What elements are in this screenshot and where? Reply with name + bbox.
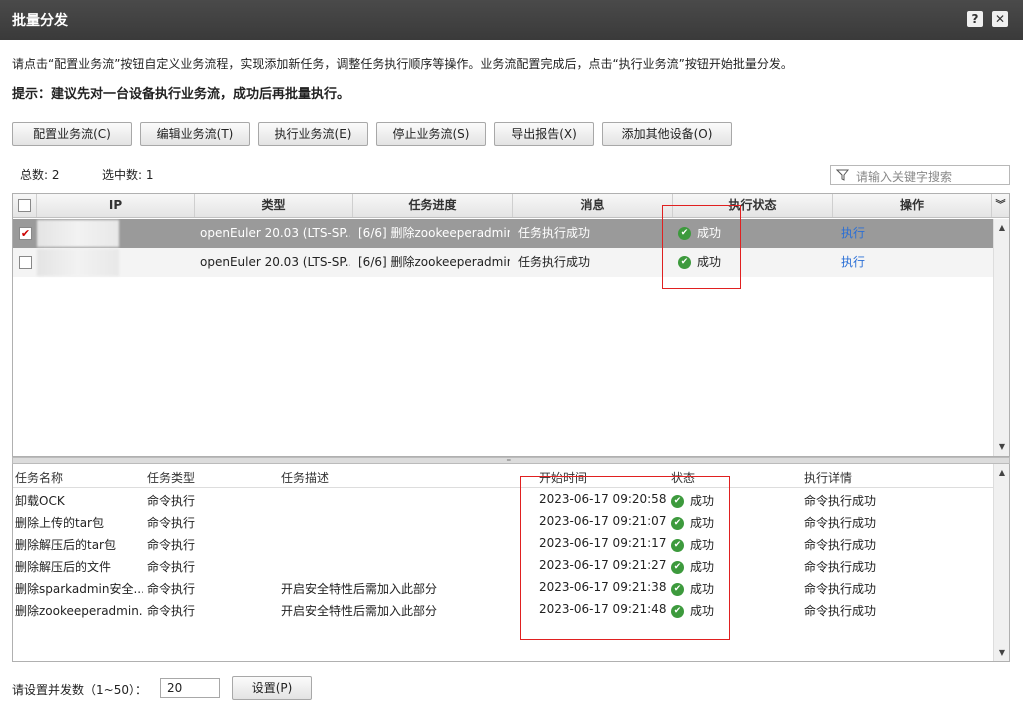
task-type: 命令执行 [147, 516, 196, 530]
task-name: 删除zookeeperadmin... [15, 604, 143, 618]
task-name: 删除解压后的文件 [15, 560, 112, 574]
type-cell: openEuler 20.03 (LTS-SP... [200, 255, 350, 269]
scroll-down-icon[interactable]: ▼ [994, 440, 1009, 454]
selected-count: 选中数: 1 [102, 168, 154, 182]
scroll-up-icon[interactable]: ▲ [994, 466, 1009, 480]
col-task-type[interactable]: 任务类型 [147, 469, 195, 486]
scroll-up-icon[interactable]: ▲ [994, 221, 1009, 235]
dialog-title: 批量分发 [12, 13, 68, 29]
device-grid-scrollbar[interactable]: ▲ ▼ [993, 219, 1009, 456]
col-task-desc[interactable]: 任务描述 [281, 469, 329, 486]
task-grid-scrollbar[interactable]: ▲ ▼ [993, 464, 1009, 661]
col-message[interactable]: 消息 [513, 194, 673, 217]
col-action[interactable]: 操作 [833, 194, 991, 217]
total-count: 总数: 2 [20, 168, 60, 182]
task-detail: 命令执行成功 [804, 582, 877, 596]
task-type: 命令执行 [147, 604, 196, 618]
help-button[interactable]: ? [967, 11, 983, 27]
col-type[interactable]: 类型 [195, 194, 353, 217]
task-detail: 命令执行成功 [804, 494, 877, 508]
task-name: 删除sparkadmin安全... [15, 582, 143, 596]
col-task-name[interactable]: 任务名称 [15, 469, 63, 486]
task-desc: 开启安全特性后需加入此部分 [281, 604, 438, 618]
set-concurrency-button[interactable]: 设置(P) [232, 676, 312, 700]
message-cell: 任务执行成功 [518, 255, 591, 269]
task-name: 删除上传的tar包 [15, 516, 104, 530]
execute-link[interactable]: 执行 [841, 219, 901, 248]
task-name: 卸载OCK [15, 494, 65, 508]
task-row[interactable]: 删除zookeeperadmin... 命令执行 开启安全特性后需加入此部分 2… [13, 599, 993, 621]
task-grid-header: 任务名称 任务类型 任务描述 开始时间 状态 执行详情 [13, 464, 993, 488]
task-grid: 任务名称 任务类型 任务描述 开始时间 状态 执行详情 卸载OCK 命令执行 2… [12, 464, 1010, 662]
task-detail: 命令执行成功 [804, 560, 877, 574]
task-row[interactable]: 删除解压后的tar包 命令执行 2023-06-17 09:21:17 ✔ 成功 … [13, 533, 993, 555]
concurrency-input[interactable]: 20 [160, 678, 220, 698]
device-grid-header: IP 类型 任务进度 消息 执行状态 操作 ︾ [13, 194, 1009, 218]
stop-workflow-button[interactable]: 停止业务流(S) [376, 122, 486, 146]
scroll-down-icon[interactable]: ▼ [994, 646, 1009, 660]
select-all-cell [13, 194, 37, 217]
task-type: 命令执行 [147, 560, 196, 574]
task-type: 命令执行 [147, 538, 196, 552]
configure-workflow-button[interactable]: 配置业务流(C) [12, 122, 132, 146]
highlight-box [662, 205, 741, 289]
execute-workflow-button[interactable]: 执行业务流(E) [258, 122, 368, 146]
row-checkbox[interactable]: ✔ [19, 227, 32, 240]
search-input[interactable]: 请输入关键字搜索 [830, 165, 1010, 185]
row-checkbox[interactable] [19, 256, 32, 269]
concurrency-label: 请设置并发数（1~50）： [12, 683, 147, 697]
dialog-titlebar: 批量分发 ? ✕ [0, 0, 1023, 40]
message-cell: 任务执行成功 [518, 226, 591, 240]
hint-text: 提示：建议先对一台设备执行业务流，成功后再批量执行。 [12, 87, 351, 102]
edit-workflow-button[interactable]: 编辑业务流(T) [140, 122, 250, 146]
task-detail: 命令执行成功 [804, 516, 877, 530]
filter-icon [835, 169, 850, 184]
col-ip[interactable]: IP [37, 194, 195, 217]
select-all-checkbox[interactable] [18, 199, 31, 212]
ip-cell-masked [37, 220, 119, 247]
device-grid: IP 类型 任务进度 消息 执行状态 操作 ︾ ✔ openEuler 20.0… [12, 193, 1010, 457]
task-row[interactable]: 删除上传的tar包 命令执行 2023-06-17 09:21:07 ✔ 成功 命… [13, 511, 993, 533]
task-type: 命令执行 [147, 582, 196, 596]
device-row[interactable]: ✔ openEuler 20.03 (LTS-SP... [6/6] 删除zoo… [13, 219, 993, 248]
highlight-box [520, 476, 730, 640]
task-row[interactable]: 删除解压后的文件 命令执行 2023-06-17 09:21:27 ✔ 成功 命令… [13, 555, 993, 577]
add-other-devices-button[interactable]: 添加其他设备(O) [602, 122, 732, 146]
progress-cell: [6/6] 删除zookeeperadmin... [358, 226, 510, 240]
task-row[interactable]: 删除sparkadmin安全... 命令执行 开启安全特性后需加入此部分 202… [13, 577, 993, 599]
task-type: 命令执行 [147, 494, 196, 508]
col-progress[interactable]: 任务进度 [353, 194, 513, 217]
ip-cell-masked [37, 249, 119, 276]
device-row[interactable]: openEuler 20.03 (LTS-SP... [6/6] 删除zooke… [13, 248, 993, 277]
close-button[interactable]: ✕ [992, 11, 1008, 27]
task-name: 删除解压后的tar包 [15, 538, 116, 552]
panel-splitter[interactable]: ═ [12, 457, 1010, 464]
execute-link[interactable]: 执行 [841, 248, 901, 277]
search-placeholder: 请输入关键字搜索 [856, 170, 953, 184]
col-exec-detail[interactable]: 执行详情 [804, 469, 852, 486]
type-cell: openEuler 20.03 (LTS-SP... [200, 226, 350, 240]
task-detail: 命令执行成功 [804, 604, 877, 618]
task-row[interactable]: 卸载OCK 命令执行 2023-06-17 09:20:58 ✔ 成功 命令执行成… [13, 489, 993, 511]
export-report-button[interactable]: 导出报告(X) [494, 122, 594, 146]
task-desc: 开启安全特性后需加入此部分 [281, 582, 438, 596]
column-chooser-icon[interactable]: ︾ [991, 194, 1009, 217]
intro-text: 请点击“配置业务流”按钮自定义业务流程，实现添加新任务，调整任务执行顺序等操作。… [12, 57, 793, 71]
progress-cell: [6/6] 删除zookeeperadmin... [358, 255, 510, 269]
task-detail: 命令执行成功 [804, 538, 877, 552]
